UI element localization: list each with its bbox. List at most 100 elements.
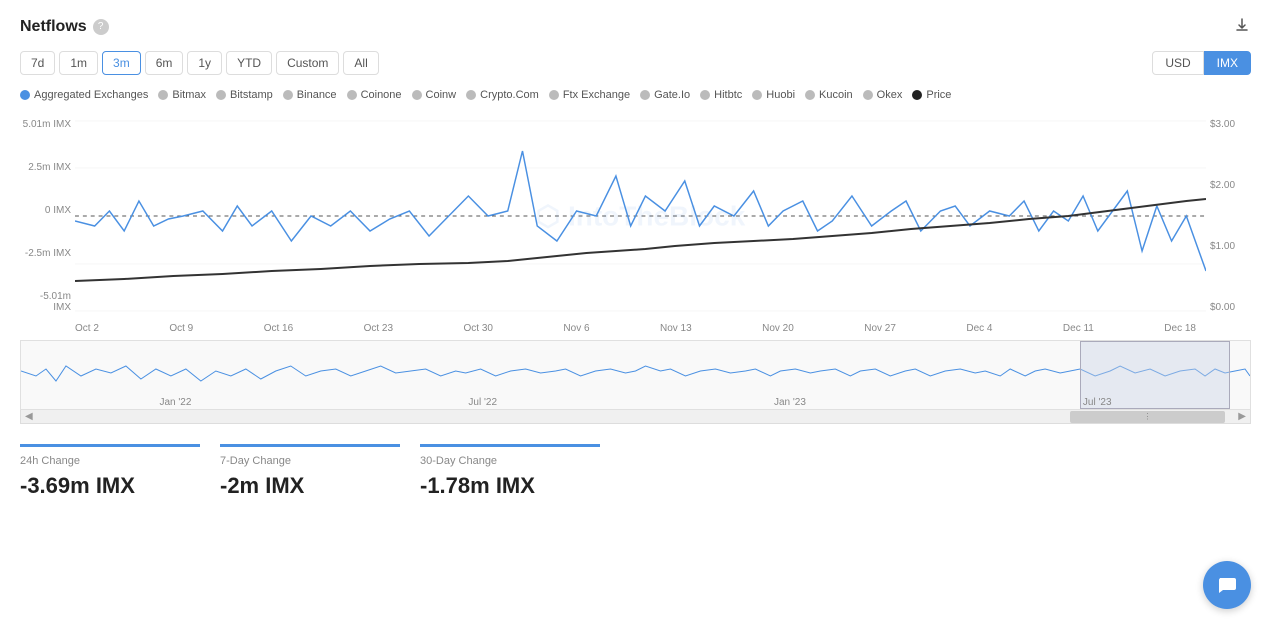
- legend-label-huobi: Huobi: [766, 89, 795, 101]
- legend-coinone[interactable]: Coinone: [347, 89, 402, 101]
- legend-okex[interactable]: Okex: [863, 89, 903, 101]
- time-btn-6m[interactable]: 6m: [145, 51, 184, 75]
- legend-bitstamp[interactable]: Bitstamp: [216, 89, 273, 101]
- page-title: Netflows: [20, 18, 87, 36]
- x-label-oct30: Oct 30: [464, 323, 493, 334]
- mini-chart-svg: [21, 341, 1250, 401]
- currency-btn-imx[interactable]: IMX: [1204, 51, 1251, 75]
- legend-dot-price: [912, 90, 922, 100]
- x-label-oct23: Oct 23: [364, 323, 393, 334]
- legend-label-hitbtc: Hitbtc: [714, 89, 742, 101]
- legend-dot-cryptocom: [466, 90, 476, 100]
- stat-24h-label: 24h Change: [20, 455, 200, 467]
- y-axis-right: $3.00 $2.00 $1.00 $0.00: [1206, 111, 1251, 321]
- x-axis-labels: Oct 2 Oct 9 Oct 16 Oct 23 Oct 30 Nov 6 N…: [75, 323, 1196, 334]
- stats-section: 24h Change -3.69m IMX 7-Day Change -2m I…: [20, 444, 1251, 499]
- time-btn-1y[interactable]: 1y: [187, 51, 222, 75]
- mini-line: [21, 366, 1250, 381]
- mini-label-jul22: Jul '22: [468, 397, 497, 408]
- legend-hitbtc[interactable]: Hitbtc: [700, 89, 742, 101]
- legend-kucoin[interactable]: Kucoin: [805, 89, 853, 101]
- time-btn-all[interactable]: All: [343, 51, 378, 75]
- y-label-2: 2.5m IMX: [20, 162, 71, 173]
- scrollbar[interactable]: ◀ ▶ ⋮: [20, 410, 1251, 424]
- y-right-label-3: $1.00: [1210, 241, 1251, 252]
- legend-label-binance: Binance: [297, 89, 337, 101]
- time-btn-ytd[interactable]: YTD: [226, 51, 272, 75]
- legend-label-aggregated: Aggregated Exchanges: [34, 89, 148, 101]
- legend-label-kucoin: Kucoin: [819, 89, 853, 101]
- mini-label-jan23: Jan '23: [774, 397, 806, 408]
- legend-dot-ftx: [549, 90, 559, 100]
- stat-24h: 24h Change -3.69m IMX: [20, 444, 200, 499]
- mini-chart[interactable]: Jan '22 Jul '22 Jan '23 Jul '23: [20, 340, 1251, 410]
- legend-label-cryptocom: Crypto.Com: [480, 89, 539, 101]
- legend-dot-bitstamp: [216, 90, 226, 100]
- legend-gateio[interactable]: Gate.Io: [640, 89, 690, 101]
- stat-7day: 7-Day Change -2m IMX: [220, 444, 400, 499]
- chart-wrapper: 5.01m IMX 2.5m IMX 0 IMX -2.5m IMX -5.01…: [20, 111, 1251, 321]
- legend-label-gateio: Gate.Io: [654, 89, 690, 101]
- stat-7day-value: -2m IMX: [220, 473, 400, 499]
- chart-legend: Aggregated Exchanges Bitmax Bitstamp Bin…: [20, 89, 1251, 101]
- time-btn-3m[interactable]: 3m: [102, 51, 141, 75]
- legend-label-coinw: Coinw: [426, 89, 457, 101]
- legend-dot-okex: [863, 90, 873, 100]
- controls: 7d 1m 3m 6m 1y YTD Custom All USD IMX: [20, 51, 1251, 75]
- stat-30day-label: 30-Day Change: [420, 455, 600, 467]
- legend-ftx[interactable]: Ftx Exchange: [549, 89, 630, 101]
- x-label-dec4: Dec 4: [966, 323, 992, 334]
- y-axis-left: 5.01m IMX 2.5m IMX 0 IMX -2.5m IMX -5.01…: [20, 111, 75, 321]
- y-label-4: -2.5m IMX: [20, 248, 71, 259]
- x-label-oct16: Oct 16: [264, 323, 293, 334]
- y-label-bottom: -5.01m IMX: [20, 291, 71, 313]
- legend-label-bitstamp: Bitstamp: [230, 89, 273, 101]
- header-left: Netflows ?: [20, 18, 109, 36]
- legend-dot-coinone: [347, 90, 357, 100]
- legend-dot-huobi: [752, 90, 762, 100]
- stat-30day: 30-Day Change -1.78m IMX: [420, 444, 600, 499]
- legend-dot-bitmax: [158, 90, 168, 100]
- main-chart-area: ⬡ IntoTheBlock: [75, 111, 1206, 321]
- legend-price[interactable]: Price: [912, 89, 951, 101]
- mini-x-labels: Jan '22 Jul '22 Jan '23 Jul '23: [21, 396, 1250, 409]
- legend-aggregated[interactable]: Aggregated Exchanges: [20, 89, 148, 101]
- legend-dot-aggregated: [20, 90, 30, 100]
- x-label-oct9: Oct 9: [169, 323, 193, 334]
- download-icon[interactable]: [1233, 16, 1251, 37]
- legend-cryptocom[interactable]: Crypto.Com: [466, 89, 539, 101]
- time-btn-7d[interactable]: 7d: [20, 51, 55, 75]
- aggregated-line: [75, 151, 1206, 271]
- x-label-dec18: Dec 18: [1164, 323, 1196, 334]
- legend-bitmax[interactable]: Bitmax: [158, 89, 206, 101]
- time-btn-1m[interactable]: 1m: [59, 51, 98, 75]
- stat-7day-label: 7-Day Change: [220, 455, 400, 467]
- legend-huobi[interactable]: Huobi: [752, 89, 795, 101]
- legend-label-coinone: Coinone: [361, 89, 402, 101]
- y-right-label-top: $3.00: [1210, 119, 1251, 130]
- legend-dot-coinw: [412, 90, 422, 100]
- scrollbar-thumb[interactable]: ⋮: [1070, 411, 1225, 423]
- y-label-3: 0 IMX: [20, 205, 71, 216]
- stat-24h-value: -3.69m IMX: [20, 473, 200, 499]
- legend-label-ftx: Ftx Exchange: [563, 89, 630, 101]
- time-btn-custom[interactable]: Custom: [276, 51, 339, 75]
- y-right-label-bottom: $0.00: [1210, 302, 1251, 313]
- currency-btn-usd[interactable]: USD: [1152, 51, 1203, 75]
- x-label-dec11: Dec 11: [1063, 323, 1094, 334]
- help-icon[interactable]: ?: [93, 19, 109, 35]
- price-line: [75, 199, 1206, 281]
- stat-30day-value: -1.78m IMX: [420, 473, 600, 499]
- y-right-label-2: $2.00: [1210, 180, 1251, 191]
- x-label-nov27: Nov 27: [864, 323, 896, 334]
- legend-coinw[interactable]: Coinw: [412, 89, 457, 101]
- main-chart-svg: [75, 111, 1206, 321]
- legend-binance[interactable]: Binance: [283, 89, 337, 101]
- legend-label-bitmax: Bitmax: [172, 89, 206, 101]
- currency-button-group: USD IMX: [1152, 51, 1251, 75]
- mini-label-jan22: Jan '22: [159, 397, 191, 408]
- legend-dot-kucoin: [805, 90, 815, 100]
- legend-dot-hitbtc: [700, 90, 710, 100]
- chat-button[interactable]: [1203, 561, 1251, 609]
- x-label-oct2: Oct 2: [75, 323, 99, 334]
